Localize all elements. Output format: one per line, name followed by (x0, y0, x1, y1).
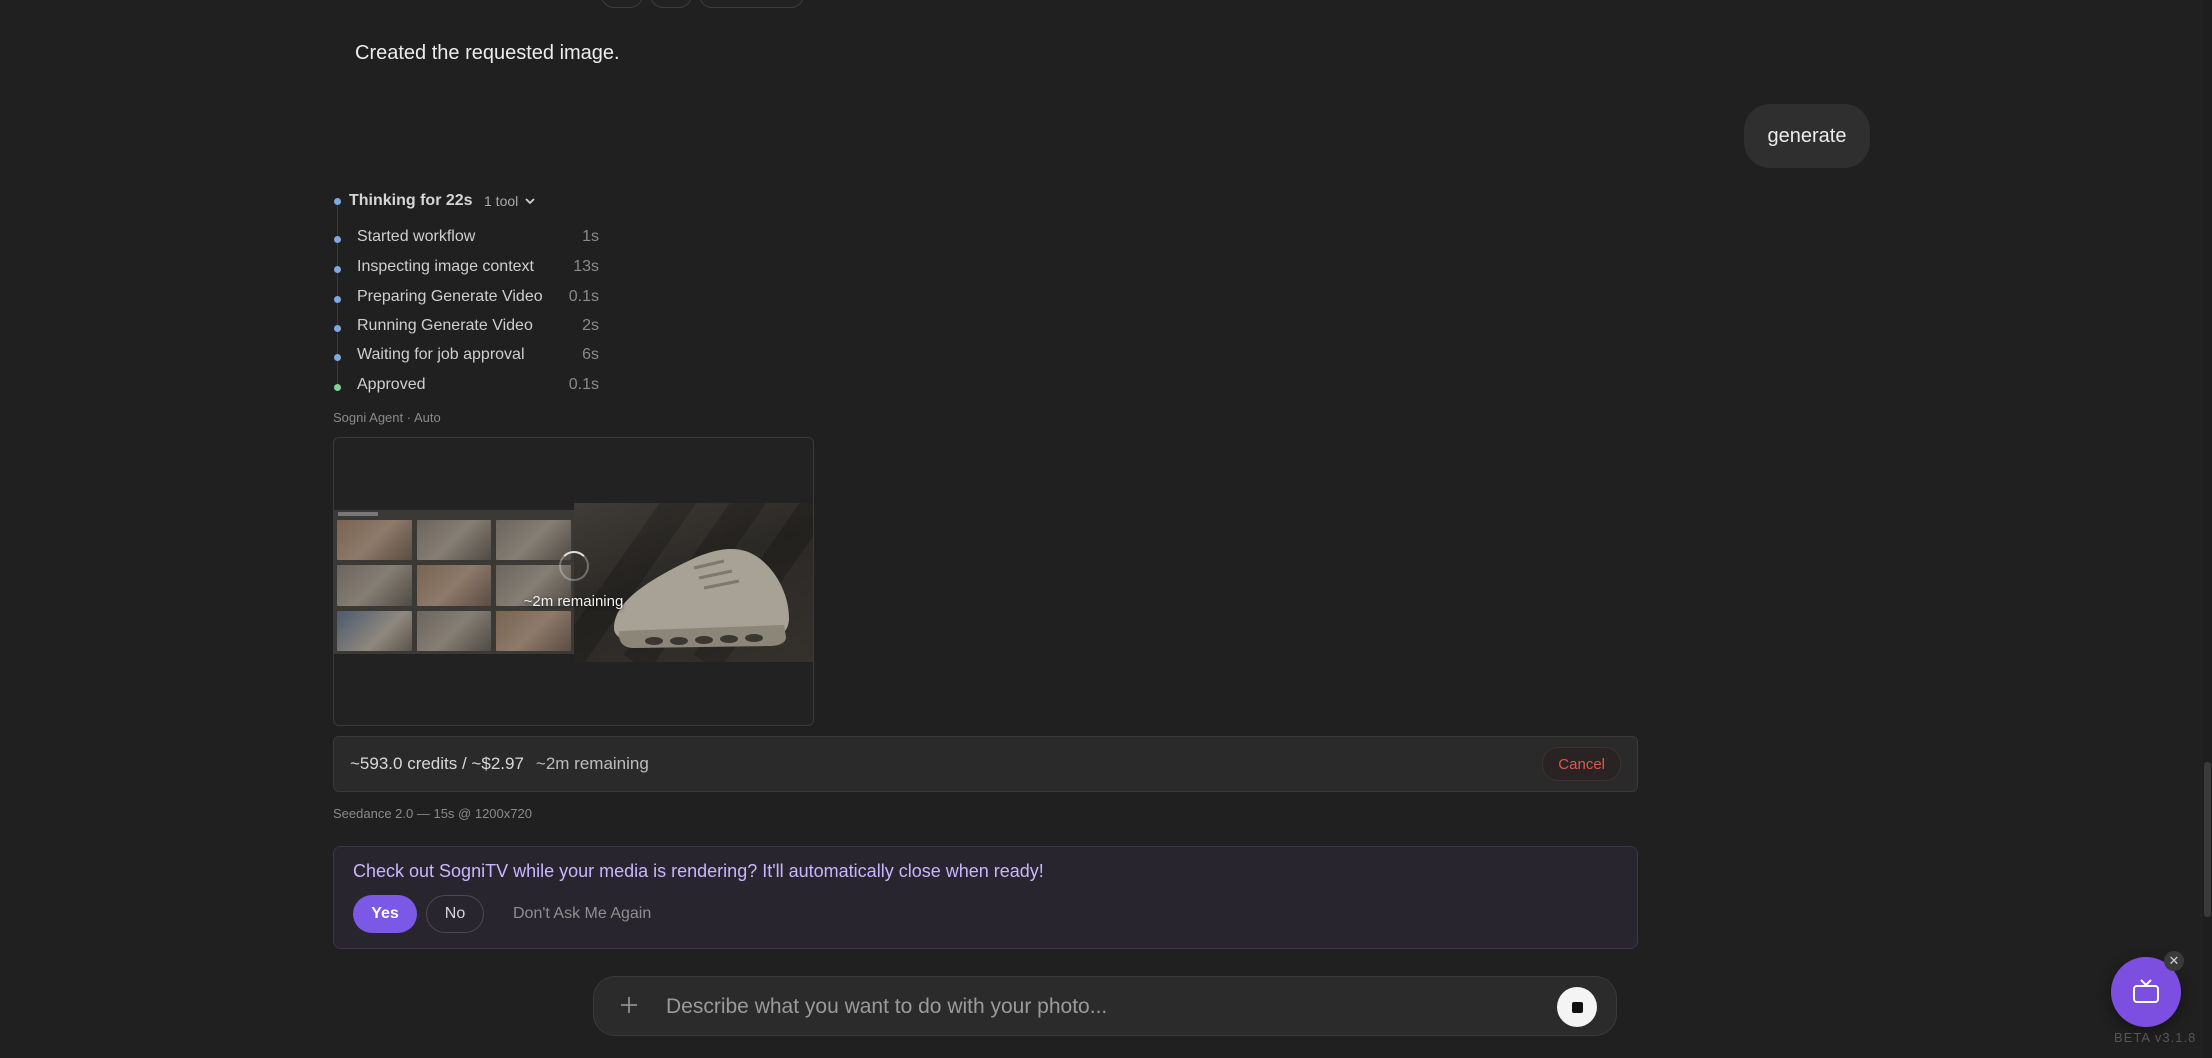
step-dot (334, 296, 341, 303)
step-dot (334, 236, 341, 243)
no-button[interactable]: No (426, 895, 484, 933)
stop-button[interactable] (1557, 987, 1597, 1027)
collage-header (338, 512, 378, 516)
top-action-button[interactable] (650, 0, 692, 8)
step-dot (334, 325, 341, 332)
top-action-button[interactable] (601, 0, 643, 8)
top-action-button[interactable] (699, 0, 804, 8)
assistant-message: Created the requested image. (355, 42, 620, 64)
thinking-title[interactable]: Thinking for 22s (349, 192, 473, 210)
sognitv-prompt-text: Check out SogniTV while your media is re… (353, 861, 1044, 881)
yes-button[interactable]: Yes (353, 895, 417, 933)
stop-icon (1571, 1001, 1583, 1013)
loading-spinner-icon (559, 551, 589, 581)
tv-icon (2133, 979, 2159, 1003)
prompt-input[interactable] (664, 987, 1528, 1027)
chevron-down-icon (525, 198, 535, 205)
step-label: Preparing Generate Video (357, 288, 543, 305)
user-message-text: generate (1767, 124, 1847, 147)
video-preview-card[interactable]: ~2m remaining (333, 437, 814, 726)
user-message-bubble: generate (1744, 104, 1870, 168)
step-time: 13s (573, 258, 599, 275)
collage-cell (416, 520, 492, 561)
model-meta: Seedance 2.0 — 15s @ 1200x720 (333, 806, 532, 821)
step-time: 6s (582, 346, 599, 363)
collage-cell (496, 520, 571, 561)
version-label: BETA v3.1.8 (2114, 1030, 2197, 1045)
sneaker-icon (614, 548, 789, 648)
collage-cell (416, 610, 492, 651)
step-label: Inspecting image context (357, 258, 534, 275)
step-label: Started workflow (357, 228, 476, 245)
collage-cell (337, 520, 412, 561)
credits-cost: ~593.0 credits / ~$2.97 (350, 754, 524, 773)
close-icon[interactable]: ✕ (2164, 951, 2184, 971)
tool-count-label: 1 tool (484, 193, 519, 209)
step-label: Waiting for job approval (357, 346, 525, 363)
step-time: 0.1s (568, 288, 599, 305)
tool-count-toggle[interactable]: 1 tool (484, 193, 536, 209)
step-time: 2s (582, 317, 599, 334)
sneaker-product-image (574, 503, 813, 662)
step-label: Running Generate Video (357, 317, 533, 334)
plus-icon[interactable] (616, 992, 642, 1018)
step-dot (334, 266, 341, 273)
remaining-overlay: ~2m remaining (523, 593, 624, 610)
collage-cell (337, 610, 412, 651)
message-composer (593, 976, 1617, 1036)
agent-label: Sogni Agent · Auto (333, 410, 441, 425)
step-label: Approved (357, 376, 426, 393)
timeline-dot (334, 198, 341, 205)
cancel-button[interactable]: Cancel (1542, 747, 1621, 781)
render-status-bar: ~593.0 credits / ~$2.97 ~2m remaining Ca… (333, 736, 1638, 792)
step-time: 0.1s (568, 376, 599, 393)
time-remaining: ~2m remaining (535, 754, 649, 773)
step-dot (334, 354, 341, 361)
sognitv-prompt: Check out SogniTV while your media is re… (333, 846, 1638, 949)
dont-ask-again-button[interactable]: Don't Ask Me Again (513, 905, 651, 923)
reference-collage-image (334, 510, 574, 654)
collage-cell (496, 610, 571, 651)
step-time: 1s (582, 228, 599, 245)
step-dot-approved (334, 384, 341, 391)
scrollbar-thumb[interactable] (2204, 762, 2211, 917)
